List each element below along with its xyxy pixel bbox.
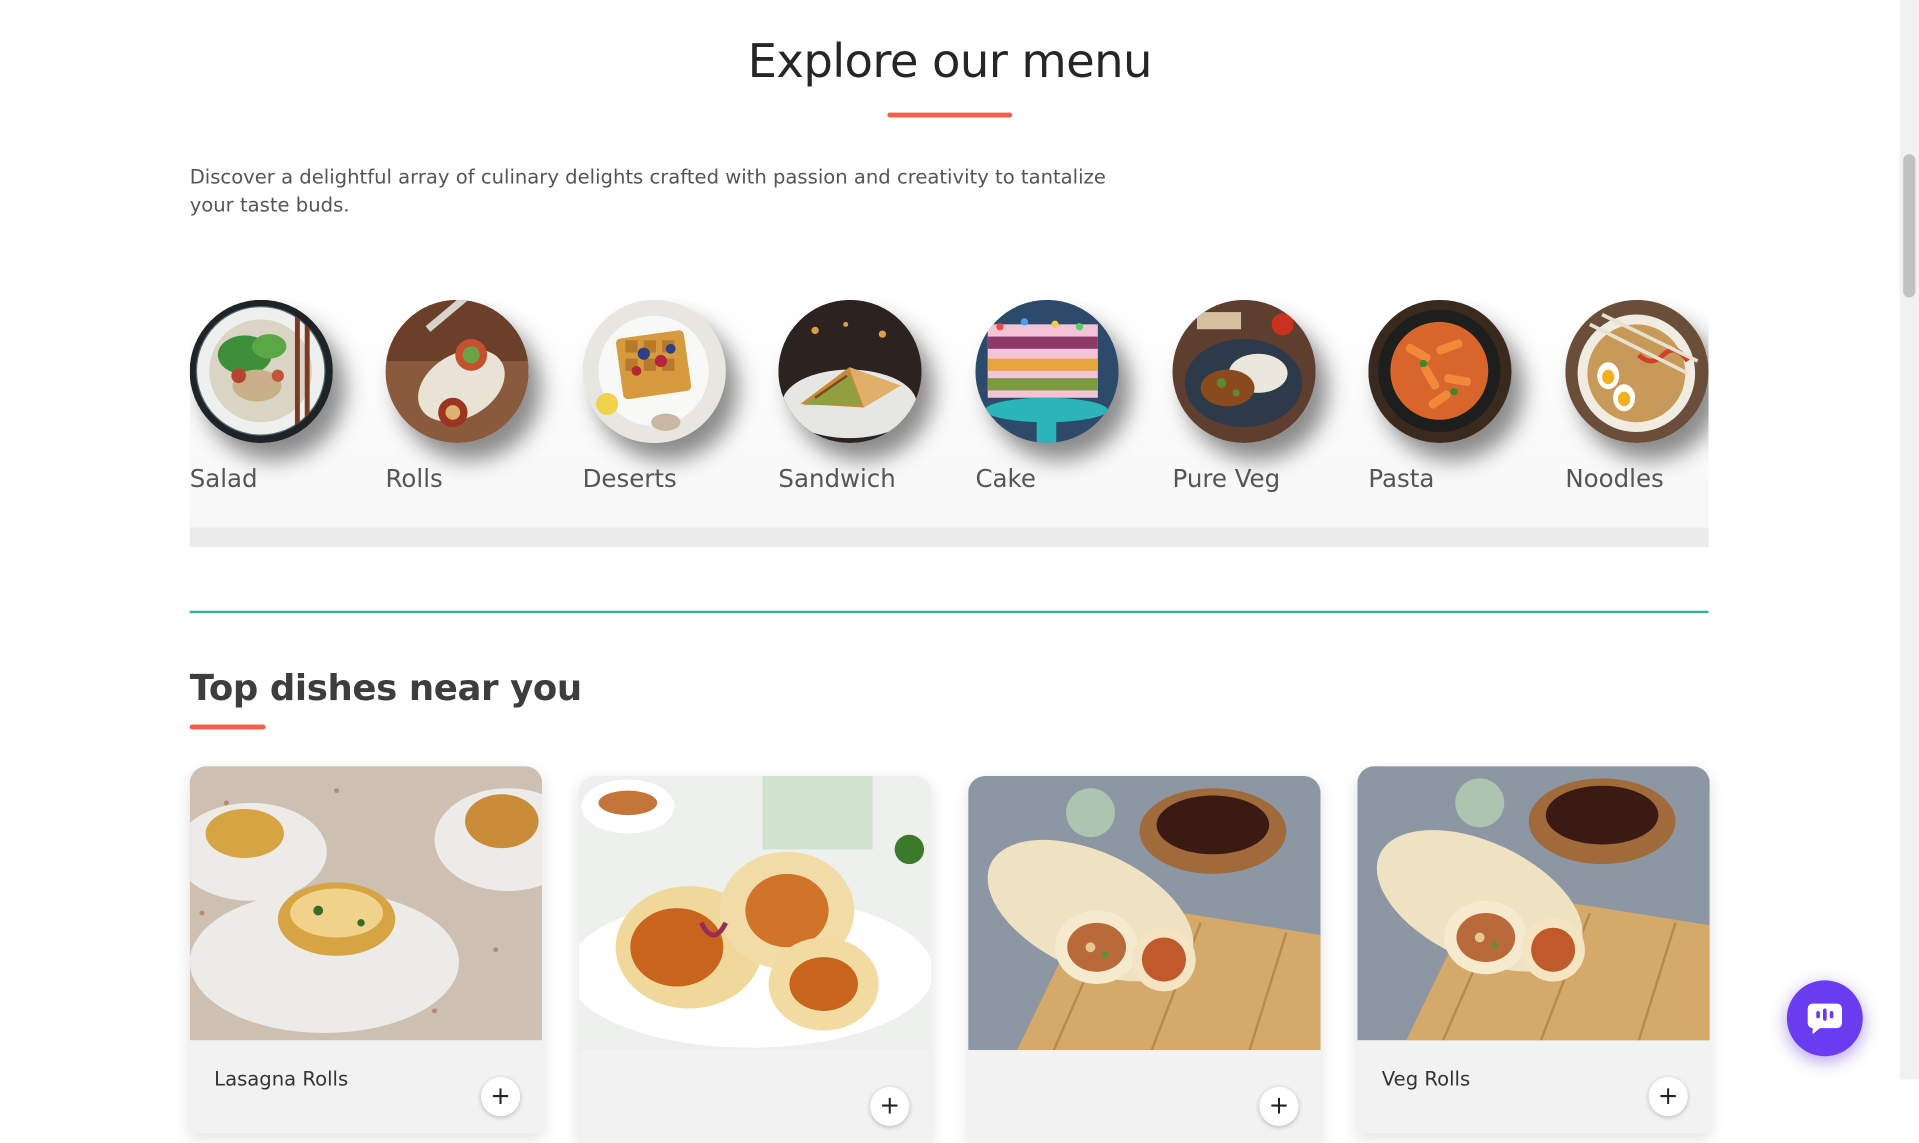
category-sandwich[interactable]: Sandwich [778,299,974,528]
add-to-cart-button[interactable]: + [870,1086,910,1126]
category-label: Salad [189,463,258,494]
menu-title: Explore our menu [747,34,1153,89]
category-pasta[interactable]: Pasta [1368,299,1564,528]
top-dishes-underline [189,724,266,730]
category-rolls[interactable]: Rolls [385,299,582,528]
chat-bubble-icon [1807,1003,1842,1035]
category-label: Deserts [582,463,677,494]
chicken-wraps-image [578,775,932,1051]
veg-curry-image [1172,299,1316,444]
lasagna-rolls-image [189,766,543,1041]
page-scrollbar-thumb[interactable] [1903,154,1916,298]
pasta-image [1368,299,1512,444]
add-to-cart-button[interactable]: + [480,1077,521,1117]
add-to-cart-button[interactable]: + [1648,1077,1688,1117]
top-dishes-title: Top dishes near you [189,667,583,709]
category-label: Rolls [385,463,443,494]
waffle-dessert-image [582,299,726,444]
dish-card[interactable]: + Veg Rolls [1357,766,1710,1134]
burrito-roll-image [968,775,1321,1051]
category-list: Salad Rolls Deserts Sandwich Cake Pure V… [189,298,1709,528]
dish-card[interactable]: + Lasagna Rolls [189,766,543,1134]
chat-widget-button[interactable] [1786,980,1863,1057]
section-divider [189,610,1709,614]
dish-card[interactable]: + [578,775,932,1143]
dish-card[interactable]: + [968,775,1321,1143]
category-scrollbar[interactable] [189,527,1709,548]
add-to-cart-button[interactable]: + [1259,1086,1299,1126]
menu-title-underline [887,112,1013,118]
menu-description: Discover a delightful array of culinary … [189,165,1106,217]
burrito-roll-image [1357,766,1710,1041]
category-label: Sandwich [778,463,896,494]
category-label: Pasta [1368,463,1435,494]
cake-image [975,299,1119,444]
category-pure-veg[interactable]: Pure Veg [1172,299,1368,528]
category-label: Pure Veg [1172,463,1281,494]
category-label: Cake [975,463,1036,494]
category-salad[interactable]: Salad [189,299,386,528]
rolls-wrap-image [385,299,529,444]
category-noodles[interactable]: Noodles [1565,299,1709,528]
category-label: Noodles [1565,463,1664,494]
sandwich-image [778,299,922,444]
salad-bowl-image [189,299,333,444]
noodle-bowl-image [1565,299,1709,444]
category-deserts[interactable]: Deserts [582,299,779,528]
category-cake[interactable]: Cake [975,299,1171,528]
